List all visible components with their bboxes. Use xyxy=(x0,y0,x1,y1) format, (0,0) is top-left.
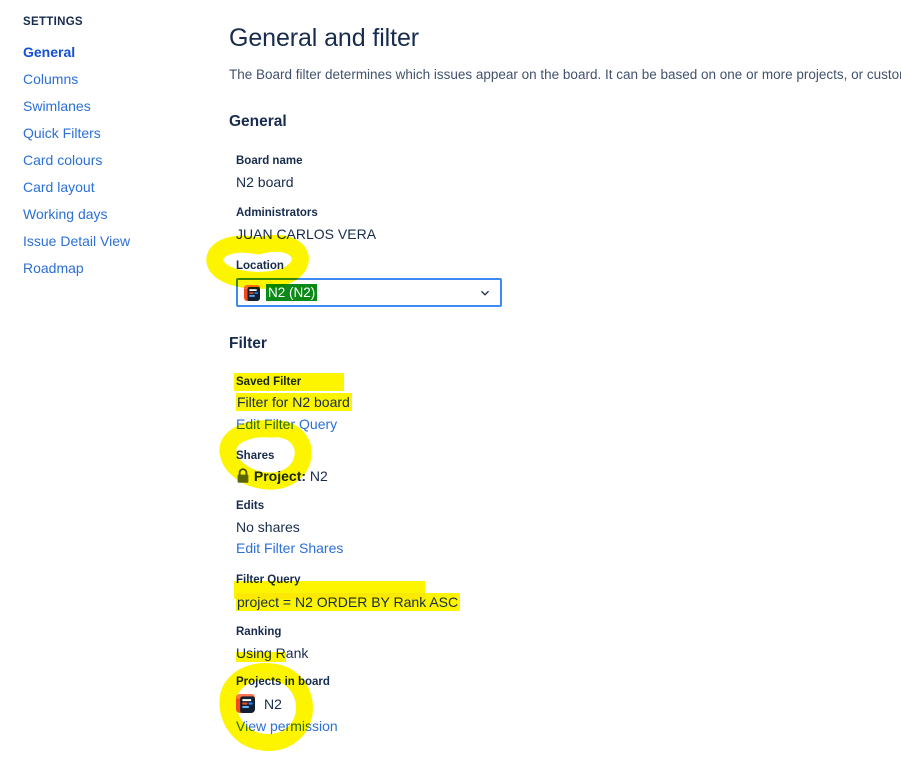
sidebar-item-card-colours[interactable]: Card colours xyxy=(0,147,210,174)
administrators-label: Administrators xyxy=(236,207,318,219)
shares-value: N2 xyxy=(309,468,328,484)
sidebar-item-label: Columns xyxy=(23,71,79,87)
settings-page: SETTINGS General Columns Swimlanes Quick… xyxy=(0,0,901,766)
saved-filter-value-row: Filter for N2 board xyxy=(236,393,901,411)
location-select[interactable]: N2 (N2) xyxy=(236,278,502,307)
projects-in-board-label: Projects in board xyxy=(236,676,330,688)
edits-value: No shares xyxy=(236,519,300,535)
project-entry[interactable]: N2 xyxy=(236,694,901,713)
filter-section-heading: Filter xyxy=(229,335,267,352)
sidebar-item-label: Issue Detail View xyxy=(23,233,131,249)
page-description: The Board filter determines which issues… xyxy=(229,67,901,82)
project-name: N2 xyxy=(264,695,282,712)
board-name-field: Board name N2 board xyxy=(236,155,901,190)
sidebar-item-label: General xyxy=(23,44,76,60)
sidebar-item-working-days[interactable]: Working days xyxy=(0,201,210,228)
sidebar-heading: SETTINGS xyxy=(23,16,83,28)
lock-icon xyxy=(237,468,249,483)
filter-query-label: Filter Query xyxy=(236,574,301,586)
chevron-down-icon[interactable] xyxy=(480,288,490,298)
project-avatar-icon xyxy=(236,694,255,713)
filter-fields: Saved Filter Filter for N2 board Edit Fi… xyxy=(229,376,901,736)
location-field: Location N2 (N2) xyxy=(236,260,901,307)
general-fields: Board name N2 board Administrators JUAN … xyxy=(229,155,901,307)
shares-type: Project: xyxy=(253,468,307,484)
board-name-label: Board name xyxy=(236,155,303,167)
view-permission-link[interactable]: View permission xyxy=(236,718,338,734)
shares-value-row: Project: N2 xyxy=(236,468,901,484)
administrators-field: Administrators JUAN CARLOS VERA xyxy=(236,207,901,242)
projects-in-board-field: Projects in board N2 View permission xyxy=(236,676,901,736)
shares-field: Shares Project: N2 xyxy=(236,450,901,484)
location-label: Location xyxy=(236,260,284,272)
shares-label: Shares xyxy=(236,450,275,462)
saved-filter-value: Filter for N2 board xyxy=(236,393,352,411)
project-avatar-icon xyxy=(244,284,260,301)
administrators-value: JUAN CARLOS VERA xyxy=(236,226,377,242)
sidebar-item-label: Swimlanes xyxy=(23,98,91,114)
ranking-value: Using Rank xyxy=(236,645,309,661)
ranking-label: Ranking xyxy=(236,626,282,638)
sidebar-item-roadmap[interactable]: Roadmap xyxy=(0,255,210,282)
saved-filter-field: Saved Filter Filter for N2 board Edit Fi… xyxy=(236,376,901,434)
sidebar-item-label: Card colours xyxy=(23,152,103,168)
sidebar-item-issue-detail-view[interactable]: Issue Detail View xyxy=(0,228,210,255)
saved-filter-label: Saved Filter xyxy=(236,376,302,388)
sidebar-item-label: Card layout xyxy=(23,179,95,195)
sidebar-item-general[interactable]: General xyxy=(0,39,210,66)
board-name-value: N2 board xyxy=(236,174,294,190)
general-section-heading: General xyxy=(229,113,287,130)
ranking-field: Ranking Using Rank xyxy=(236,626,901,661)
filter-query-field: Filter Query project = N2 ORDER BY Rank … xyxy=(236,574,901,611)
edit-filter-query-link[interactable]: Edit Filter Query xyxy=(236,416,337,432)
settings-sidebar: SETTINGS General Columns Swimlanes Quick… xyxy=(0,0,210,766)
sidebar-item-label: Working days xyxy=(23,206,108,222)
sidebar-item-label: Quick Filters xyxy=(23,125,101,141)
sidebar-item-swimlanes[interactable]: Swimlanes xyxy=(0,93,210,120)
main-content: General and filter The Board filter dete… xyxy=(229,0,901,766)
sidebar-item-label: Roadmap xyxy=(23,260,84,276)
edits-label: Edits xyxy=(236,500,265,512)
filter-query-value-row: project = N2 ORDER BY Rank ASC xyxy=(236,593,901,611)
sidebar-item-quick-filters[interactable]: Quick Filters xyxy=(0,120,210,147)
sidebar-item-columns[interactable]: Columns xyxy=(0,66,210,93)
filter-query-value: project = N2 ORDER BY Rank ASC xyxy=(236,593,461,611)
page-title: General and filter xyxy=(229,24,419,52)
location-selected-value: N2 (N2) xyxy=(266,284,318,301)
edit-filter-shares-link[interactable]: Edit Filter Shares xyxy=(236,540,343,556)
edits-field: Edits No shares Edit Filter Shares xyxy=(236,500,901,558)
sidebar-item-card-layout[interactable]: Card layout xyxy=(0,174,210,201)
